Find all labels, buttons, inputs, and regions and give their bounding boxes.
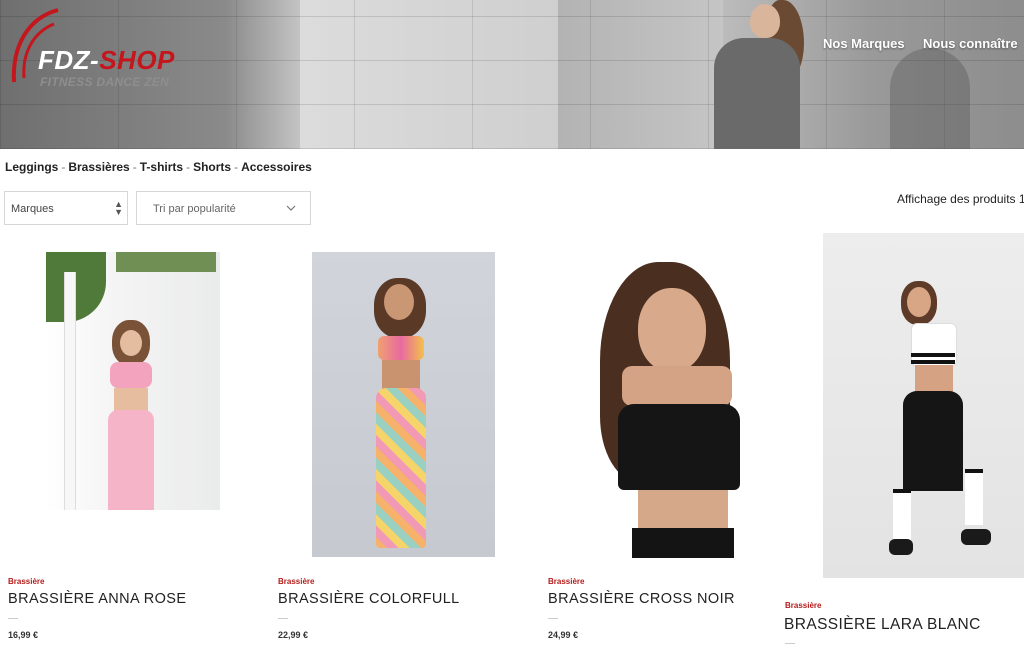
brand-select[interactable]: Marques ▲ ▼ xyxy=(4,191,128,225)
product-image-anna-rose[interactable] xyxy=(46,252,220,510)
nav-nos-marques[interactable]: Nos Marques xyxy=(823,36,905,51)
sort-select[interactable]: Tri par popularité xyxy=(136,191,311,225)
updown-arrows-icon: ▲ ▼ xyxy=(114,199,123,217)
product-price: 16,99 € xyxy=(8,630,39,640)
product-image-cross-noir[interactable] xyxy=(582,248,776,558)
category-link-shorts[interactable]: Shorts xyxy=(193,160,231,174)
category-link-tshirts[interactable]: T-shirts xyxy=(140,160,183,174)
site-logo[interactable]: FDZ-SHOP FITNESS DANCE ZEN xyxy=(6,6,186,89)
chevron-down-icon xyxy=(286,205,296,211)
category-link-brassieres[interactable]: Brassières xyxy=(68,160,129,174)
product-name-cross-noir[interactable]: BRASSIÈRE CROSS NOIR xyxy=(548,591,735,607)
product-price: 24,99 € xyxy=(548,630,579,640)
brand-select-value: Marques xyxy=(11,203,54,215)
divider xyxy=(8,618,18,619)
logo-wordmark: FDZ-SHOP xyxy=(38,45,175,75)
product-category: Brassière xyxy=(548,577,585,586)
product-name-anna-rose[interactable]: BRASSIÈRE ANNA ROSE xyxy=(8,591,186,607)
product-category: Brassière xyxy=(278,577,315,586)
banner-shadow xyxy=(890,48,970,149)
category-links: Leggings - Brassières - T-shirts - Shorts - Acce… xyxy=(5,160,312,174)
category-link-leggings[interactable]: Leggings xyxy=(5,160,58,174)
product-name-colorfull[interactable]: BRASSIÈRE COLORFULL xyxy=(278,591,460,607)
category-link-accessoires[interactable]: Accessoires xyxy=(241,160,312,174)
divider xyxy=(548,618,558,619)
nav-nous-connaitre[interactable]: Nous connaître xyxy=(923,36,1018,51)
product-image-lara-blanc[interactable] xyxy=(823,233,1024,578)
sort-select-value: Tri par popularité xyxy=(153,203,236,215)
divider xyxy=(278,618,288,619)
product-category: Brassière xyxy=(785,601,822,610)
results-count: Affichage des produits 1- xyxy=(897,192,1024,206)
product-category: Brassière xyxy=(8,577,45,586)
banner-model-photo xyxy=(714,0,824,149)
divider xyxy=(785,643,795,644)
product-price: 22,99 € xyxy=(278,630,309,640)
product-name-lara-blanc[interactable]: BRASSIÈRE LARA BLANC xyxy=(784,616,981,634)
product-image-colorfull[interactable] xyxy=(312,252,495,557)
logo-tagline: FITNESS DANCE ZEN xyxy=(40,75,170,89)
header-banner: FDZ-SHOP FITNESS DANCE ZEN Nos Marques N… xyxy=(0,0,1024,149)
